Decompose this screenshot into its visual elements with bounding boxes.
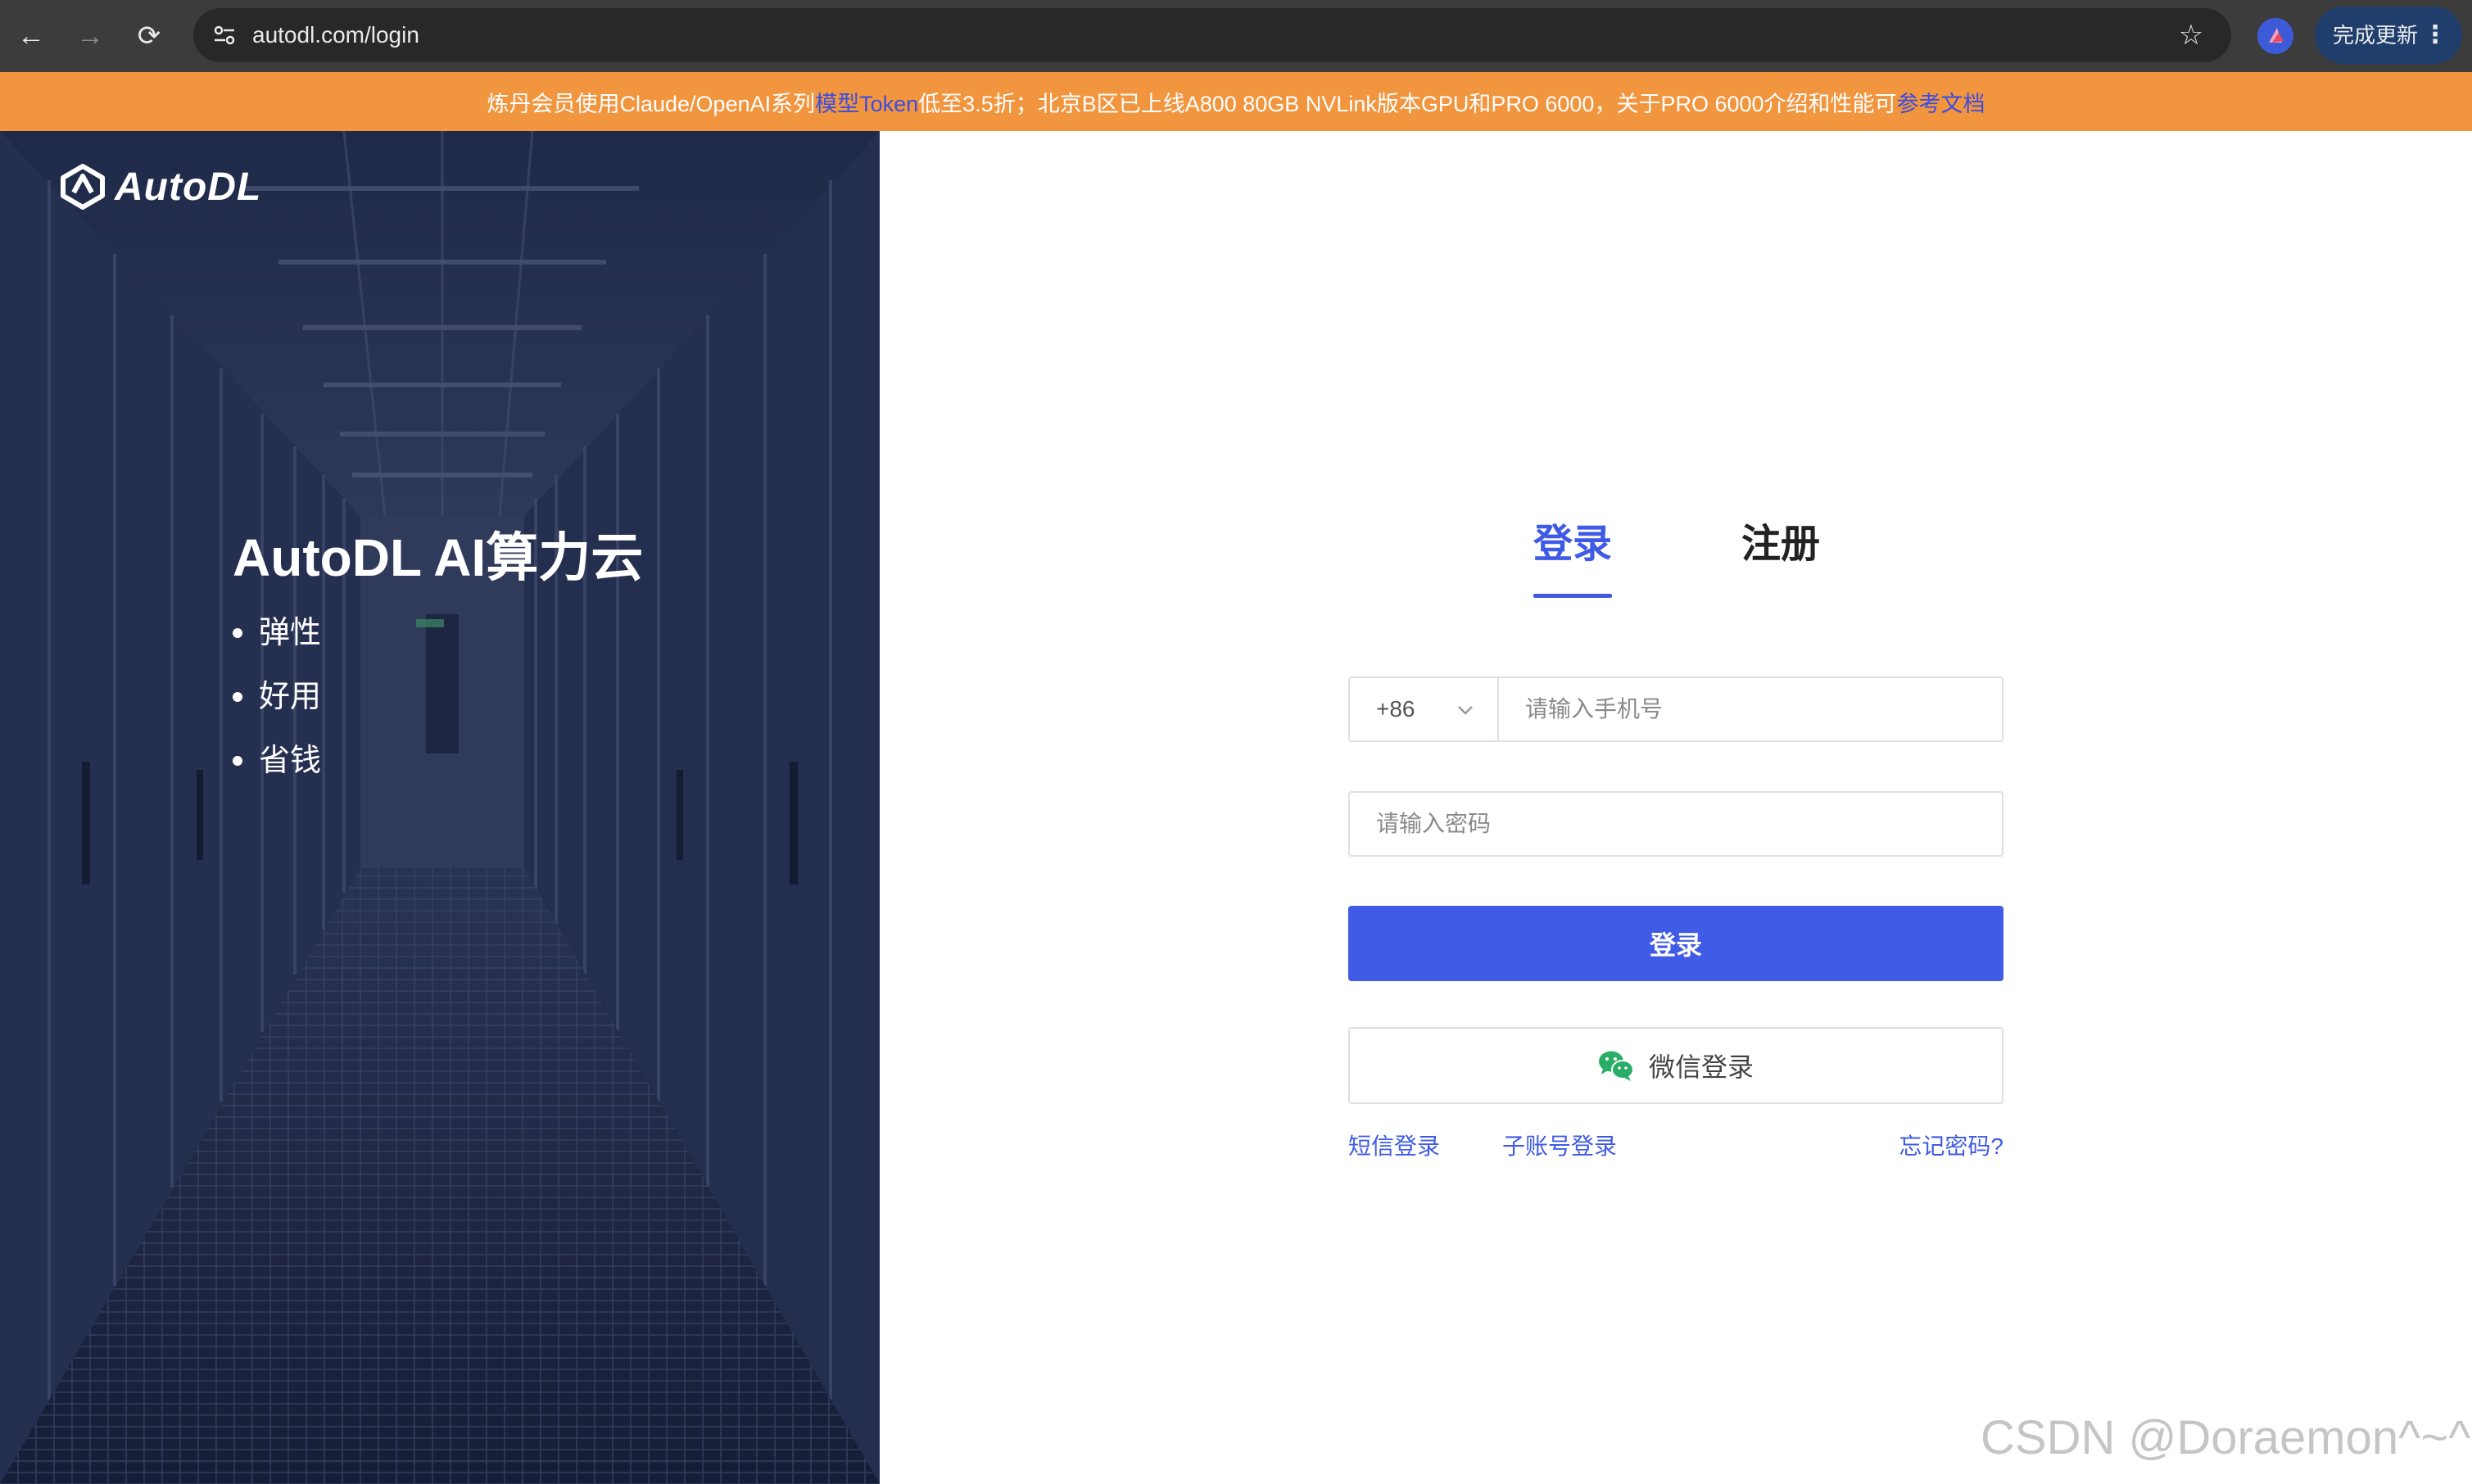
feature-label: 省钱	[259, 744, 322, 778]
bullet-icon	[233, 692, 242, 702]
chevron-down-icon	[1458, 706, 1473, 715]
wechat-login-label: 微信登录	[1648, 1052, 1754, 1082]
banner-link-docs[interactable]: 参考文档	[1897, 86, 1985, 118]
password-input[interactable]	[1350, 793, 2002, 855]
announcement-banner: 炼丹会员使用Claude/OpenAI系列 模型Token 低至3.5折；北京B…	[0, 72, 2472, 131]
sms-login-link[interactable]: 短信登录	[1348, 1129, 1440, 1161]
datacenter-corridor-image	[0, 131, 880, 1484]
sub-account-login-link[interactable]: 子账号登录	[1502, 1129, 1617, 1161]
hero-panel: AutoDL AutoDL AI算力云 弹性 好用 省钱	[0, 131, 880, 1484]
wechat-icon	[1598, 1051, 1634, 1081]
address-bar[interactable]: autodl.com/login ☆	[193, 8, 2231, 62]
hero-title: AutoDL AI算力云	[233, 528, 644, 587]
site-settings-icon[interactable]	[208, 19, 241, 52]
update-browser-button[interactable]: 完成更新 ⋮	[2315, 7, 2462, 64]
autodl-logo[interactable]: AutoDL	[59, 161, 261, 213]
browser-menu-icon[interactable]: ⋮	[2423, 7, 2447, 64]
phone-field-group: +86	[1348, 676, 2003, 742]
reload-icon[interactable]: ⟳	[126, 13, 172, 59]
auth-links: 短信登录 子账号登录 忘记密码?	[1348, 1129, 2003, 1165]
login-button[interactable]: 登录	[1348, 906, 2003, 981]
watermark: CSDN @Doraemon^~^	[1981, 1411, 2471, 1464]
country-code-value: +86	[1376, 696, 1415, 722]
url-text[interactable]: autodl.com/login	[252, 8, 419, 62]
wechat-login-button[interactable]: 微信登录	[1348, 1027, 2003, 1104]
bookmark-star-icon[interactable]: ☆	[2174, 18, 2208, 52]
banner-text-middle: 低至3.5折；北京B区已上线A800 80GB NVLink版本GPU和PRO …	[918, 91, 1897, 116]
tab-register[interactable]: 注册	[1741, 508, 1820, 598]
forward-arrow-icon[interactable]: →	[67, 13, 113, 59]
feature-label: 好用	[259, 680, 322, 714]
banner-link-model-token[interactable]: 模型Token	[815, 86, 918, 118]
feature-item: 好用	[233, 665, 321, 729]
logo-text: AutoDL	[115, 165, 262, 209]
update-button-label: 完成更新	[2333, 23, 2419, 48]
browser-toolbar: ← → ⟳ autodl.com/login ☆ 完成更新 ⋮	[0, 0, 2472, 72]
forgot-password-link[interactable]: 忘记密码?	[1899, 1129, 2003, 1161]
feature-item: 弹性	[233, 601, 321, 665]
password-field-group	[1348, 791, 2003, 857]
feature-list: 弹性 好用 省钱	[233, 601, 321, 793]
feature-label: 弹性	[259, 616, 322, 650]
bullet-icon	[233, 756, 242, 766]
feature-item: 省钱	[233, 729, 321, 793]
banner-text-before: 炼丹会员使用Claude/OpenAI系列	[487, 91, 816, 116]
phone-input[interactable]	[1499, 678, 2002, 740]
tab-login[interactable]: 登录	[1533, 508, 1613, 598]
bullet-icon	[233, 628, 242, 638]
back-arrow-icon[interactable]: ←	[8, 13, 54, 59]
extension-icon[interactable]	[2257, 18, 2293, 54]
country-code-select[interactable]: +86	[1350, 678, 1499, 740]
autodl-logo-icon	[61, 164, 105, 210]
